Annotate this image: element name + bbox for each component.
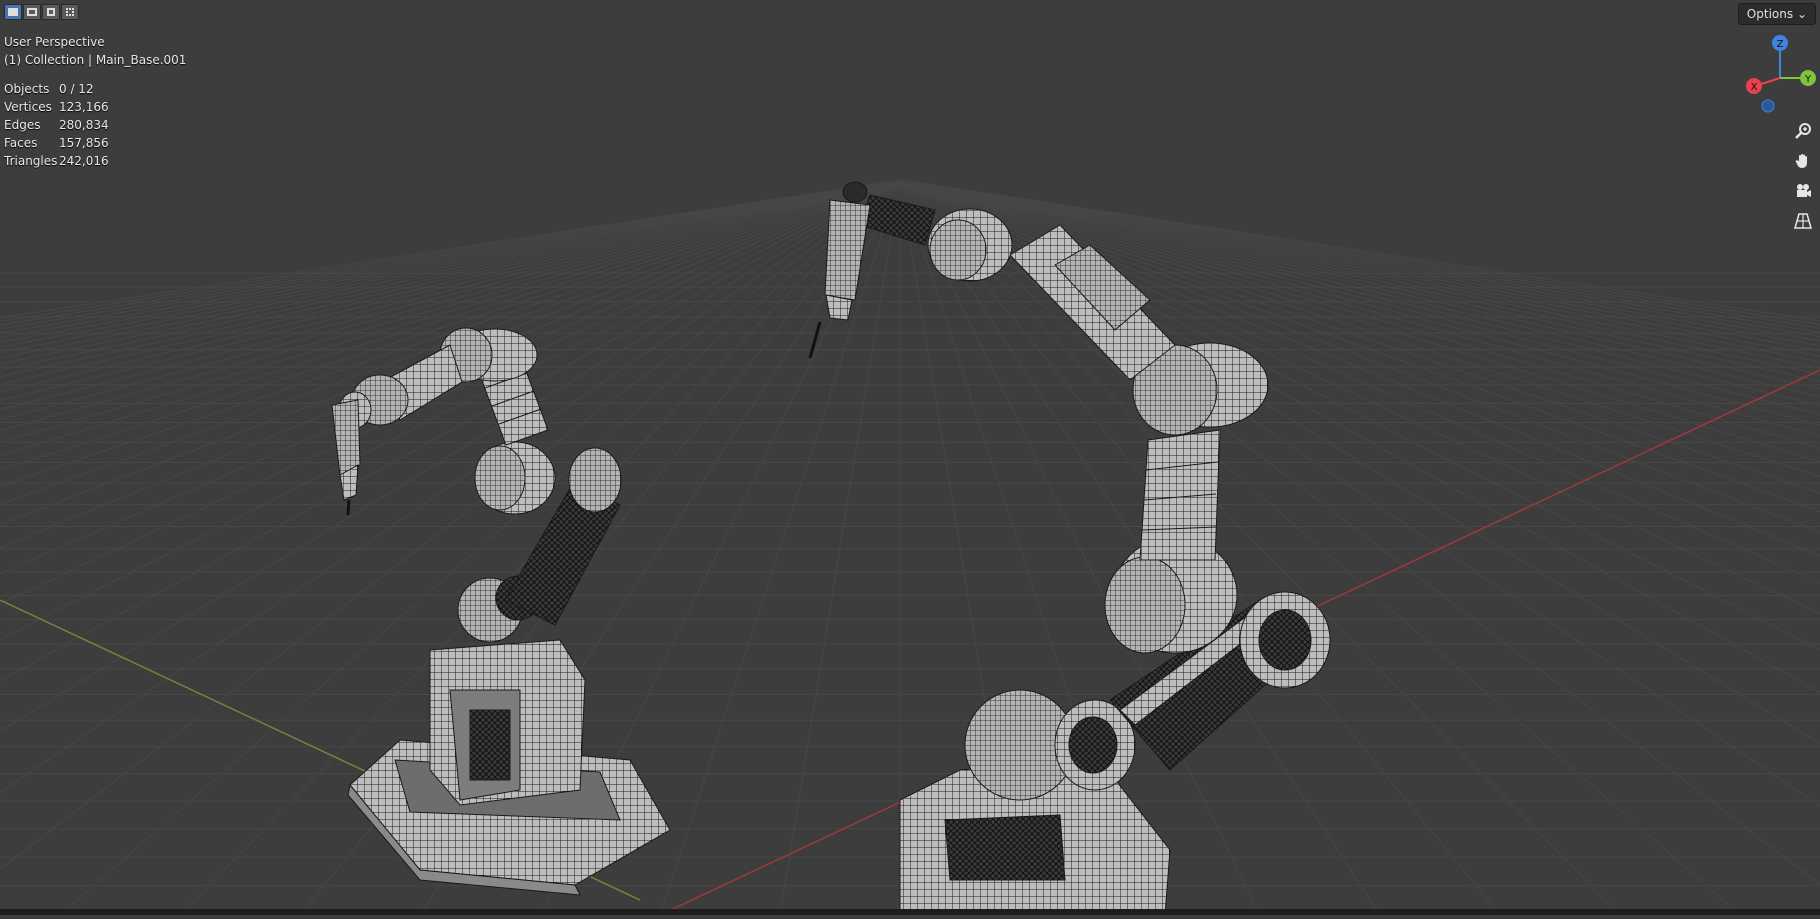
scene-statistics: Objects 0 / 12 Vertices 123,166 Edges 280,8… — [4, 80, 109, 170]
stat-label: Objects — [4, 82, 50, 96]
select-subtract-button[interactable] — [42, 4, 60, 20]
stat-row: Faces 157,856 — [4, 134, 109, 152]
gizmo-z-axis[interactable]: Z — [1772, 35, 1788, 51]
svg-text:Z: Z — [1777, 39, 1784, 50]
svg-text:X: X — [1751, 82, 1758, 93]
stat-value: 280,834 — [59, 118, 109, 132]
options-dropdown[interactable]: Options ⌄ — [1737, 3, 1816, 25]
gizmo-x-axis[interactable]: X — [1746, 78, 1762, 94]
robot-arm-left — [331, 327, 671, 896]
camera-icon[interactable] — [1790, 178, 1816, 204]
view-name: User Perspective — [4, 35, 105, 49]
stat-value: 123,166 — [59, 100, 109, 114]
select-mode-buttons — [4, 4, 79, 20]
stat-row: Vertices 123,166 — [4, 98, 109, 116]
navigation-gizmo[interactable]: Z X Y — [1730, 28, 1820, 118]
svg-text:Y: Y — [1804, 74, 1812, 85]
grid-icon[interactable] — [1790, 208, 1816, 234]
stat-label: Vertices — [4, 100, 52, 114]
zoom-icon[interactable] — [1790, 118, 1816, 144]
bottom-edge — [0, 909, 1820, 915]
stat-value: 242,016 — [59, 154, 109, 168]
select-extend-button[interactable] — [23, 4, 41, 20]
stat-value: 0 / 12 — [59, 82, 94, 96]
stat-label: Edges — [4, 118, 41, 132]
stat-label: Faces — [4, 136, 38, 150]
grid-line — [659, 179, 901, 916]
3d-viewport[interactable] — [0, 0, 1820, 916]
gizmo-y-axis[interactable]: Y — [1800, 70, 1816, 86]
hand-icon[interactable] — [1790, 148, 1816, 174]
viewport-info: User Perspective (1) Collection | Main_B… — [4, 33, 186, 69]
stat-label: Triangles — [4, 154, 58, 168]
select-new-button[interactable] — [4, 4, 22, 20]
stat-row: Triangles 242,016 — [4, 152, 109, 170]
stat-row: Objects 0 / 12 — [4, 80, 109, 98]
stat-value: 157,856 — [59, 136, 109, 150]
viewport-scene — [0, 179, 1820, 916]
collection-label: (1) Collection | Main_Base.001 — [4, 53, 187, 67]
chevron-down-icon: ⌄ — [1796, 7, 1807, 21]
options-label: Options — [1746, 7, 1794, 21]
select-intersect-button[interactable] — [61, 4, 79, 20]
gizmo-neg-z-axis[interactable] — [1761, 99, 1775, 113]
stat-row: Edges 280,834 — [4, 116, 109, 134]
